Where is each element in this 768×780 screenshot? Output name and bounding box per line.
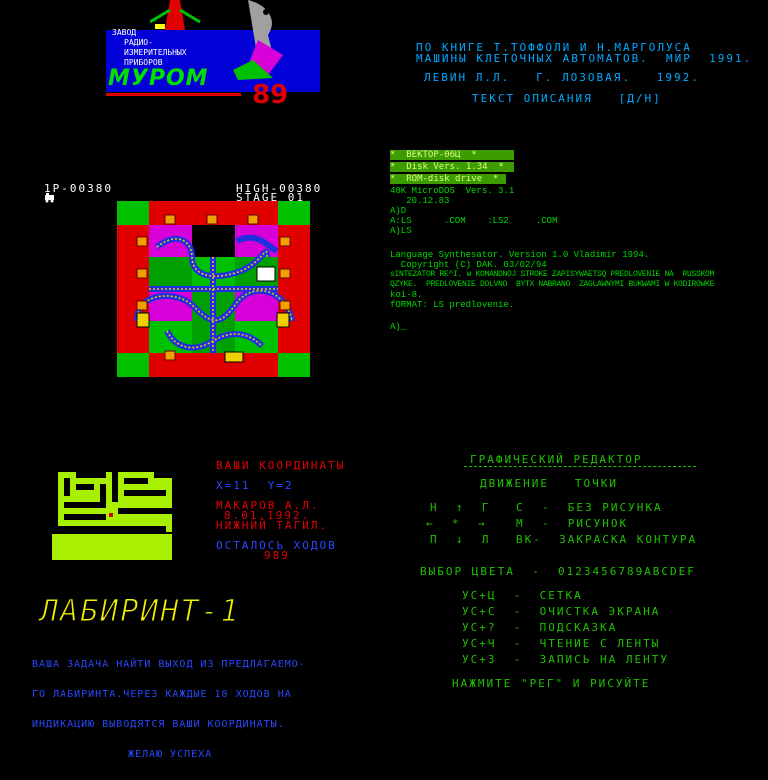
terminal-line: A)LS (390, 226, 412, 236)
description-line: ИНДИКАЦИЮ ВЫВОДЯТСЯ ВАШИ КООРДИНАТЫ. (32, 719, 285, 730)
brand-title: МУРОМ (108, 66, 209, 91)
coordinates-title: ВАШИ КООРДИНАТЫ (216, 459, 346, 472)
terminal-header-1: * ВЕКТОР-06Ц * (390, 150, 514, 160)
key-desc-1: С - БЕЗ РИСУНКА (516, 501, 663, 514)
description-line: ЖЕЛАЮ УСПЕХА (128, 749, 213, 760)
editor-title: ГРАФИЧЕСКИЙ РЕДАКТОР (470, 453, 643, 466)
company-line-2: РАДИО- (124, 38, 153, 47)
terminal-output: 48K MicroDOS Vers. 3.1 20.12.83 A)D A:LS… (390, 186, 768, 332)
terminal-prompt[interactable]: A)_ (390, 322, 768, 332)
microdos-terminal-panel: * ВЕКТОР-06Ц * * Disk Vers. 1.34 * * ROM… (390, 150, 768, 332)
color-select-line: ВЫБОР ЦВЕТА - 0123456789ABCDEF (420, 565, 696, 578)
description-prompt: ТЕКСТ ОПИСАНИЯ [Д/Н] (472, 92, 662, 105)
factory-label: ЗАВОД РАДИО- ИЗМЕРИТЕЛЬНЫХ ПРИБОРОВ (112, 28, 222, 68)
move-point-label: ДВИЖЕНИЕ ТОЧКИ (480, 477, 618, 490)
menu-clear-screen: УС+С - ОЧИСТКА ЭКРАНА (462, 605, 661, 618)
brand-underline (106, 93, 241, 96)
terminal-line: sINTEZATOR RE^I. w KOMANDNOJ STROKE ZAPI… (390, 270, 715, 279)
terminal-line: koi-8. (390, 290, 423, 300)
terminal-line: A)D (390, 206, 407, 216)
title-art-fragment (440, 0, 720, 6)
menu-grid: УС+Ц - СЕТКА (462, 589, 583, 602)
key-row-1: Н ↑ Г (430, 501, 491, 514)
key-desc-3: ВК- ЗАКРАСКА КОНТУРА (516, 533, 698, 546)
key-row-3: П ↓ Л (430, 533, 491, 546)
book-title-line: МАШИНЫ КЛЕТОЧНЫХ АВТОМАТОВ. МИР 1991. (416, 52, 753, 65)
menu-save-tape: УС+З - ЗАПИСЬ НА ЛЕНТУ (462, 653, 669, 666)
title-underline (464, 466, 696, 467)
description-line: ВАША ЗАДАЧА НАЙТИ ВЫХОД ИЗ ПРЕДЛАГАЕМО- (32, 659, 306, 670)
locomotive-icon (45, 193, 54, 203)
terminal-line: Language Synthesator. Version 1.0 Vladim… (390, 250, 650, 260)
terminal-header-2: * Disk Vers. 1.34 * (390, 162, 514, 172)
character-icon (233, 0, 283, 80)
terminal-header-3: * ROM-disk drive * (390, 174, 506, 184)
description-line: ГО ЛАБИРИНТА.ЧЕРЕЗ КАЖДЫЕ 10 ХОДОВ НА (32, 689, 292, 700)
menu-help: УС+? - ПОДСКАЗКА (462, 621, 618, 634)
labyrinth-map (52, 472, 172, 560)
game-title: ЛАБИРИНТ-1 (40, 594, 241, 630)
terminal-line: fORMAT: LS predlovenie. (390, 300, 515, 310)
moves-value: 989 (264, 549, 290, 562)
press-reg-prompt: НАЖМИТЕ "РЕГ" И РИСУЙТЕ (452, 677, 651, 690)
menu-load-tape: УС+Ч - ЧТЕНИЕ С ЛЕНТЫ (462, 637, 661, 650)
brand-year: 89 (252, 80, 289, 110)
key-desc-2: М - РИСУНОК (516, 517, 629, 530)
terminal-line: 48K MicroDOS Vers. 3.1 (390, 186, 515, 196)
player-marker (109, 513, 113, 517)
authors-line: ЛЕВИН Л.Л. Г. ЛОЗОВАЯ. 1992. (424, 71, 700, 84)
company-line-3: ИЗМЕРИТЕЛЬНЫХ (124, 48, 187, 57)
company-line-1: ЗАВОД (112, 28, 137, 37)
terminal-line: 20.12.83 (390, 196, 450, 206)
key-row-2: ← * → (426, 517, 487, 530)
game-description: ВАША ЗАДАЧА НАЙТИ ВЫХОД ИЗ ПРЕДЛАГАЕМО- … (32, 640, 306, 780)
terminal-line: Copyright (C) DAK. 03/02/94 (390, 260, 547, 270)
author-city: НИЖНИЙ ТАГИЛ. (216, 519, 329, 532)
coordinates-value: X=11 Y=2 (216, 479, 294, 492)
game-board[interactable] (117, 201, 310, 377)
terminal-line: A:LS .COM :LS2 .COM (390, 216, 558, 226)
terminal-line: QZYKE. PREDLOVENIE DOLVNO BYTX NABRANO Z… (390, 280, 715, 289)
